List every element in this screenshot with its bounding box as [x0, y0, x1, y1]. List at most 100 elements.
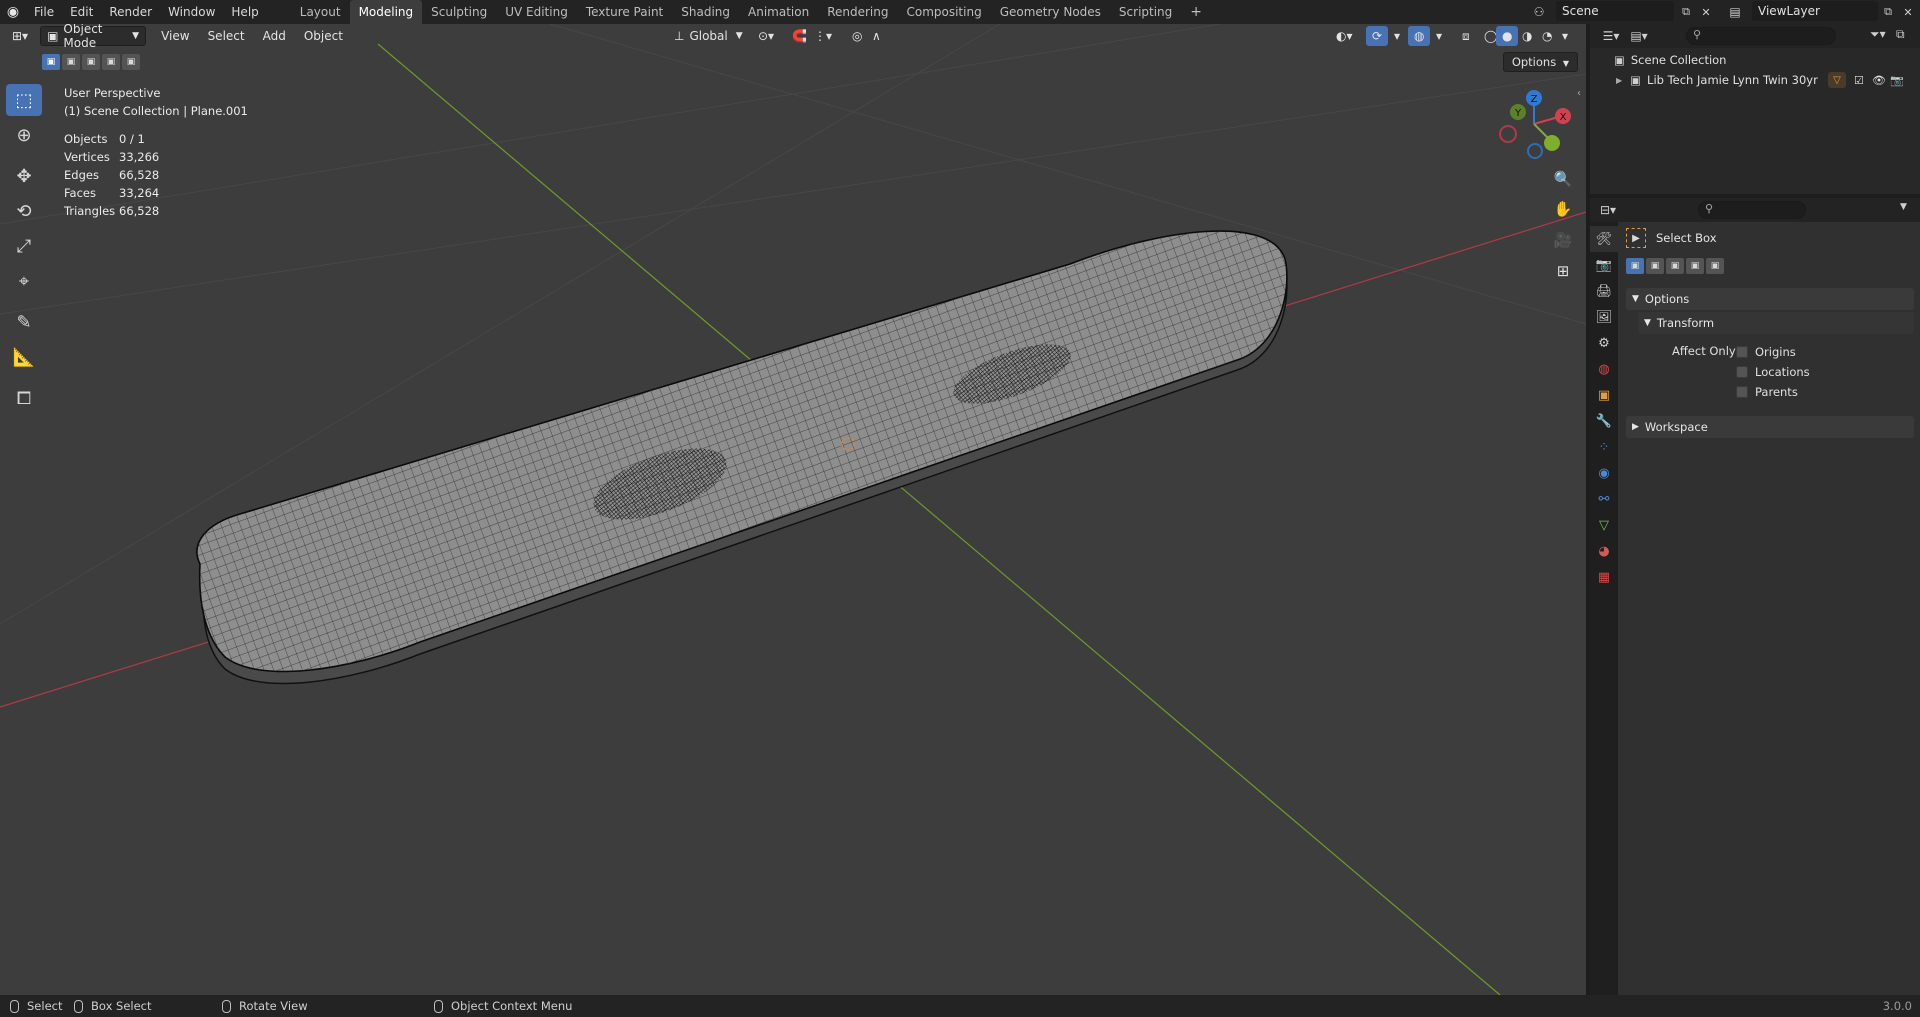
mode-selector[interactable]: ▣ Object Mode ▼	[40, 24, 147, 50]
camera-render-icon[interactable]: 📷	[1890, 74, 1904, 87]
camera-view-icon[interactable]: 🎥	[1550, 227, 1576, 253]
menu-view[interactable]: View	[152, 24, 198, 48]
tool-settings-tab-icon[interactable]: 🛠	[1590, 226, 1618, 252]
options-panel-header[interactable]: ▼ Options	[1626, 288, 1914, 310]
properties-search-input[interactable]: ⚲	[1698, 201, 1806, 219]
tab-geometry-nodes[interactable]: Geometry Nodes	[991, 0, 1110, 24]
eye-icon[interactable]: 👁	[1872, 74, 1886, 87]
measure-tool-icon[interactable]: 📐	[6, 341, 42, 373]
menu-select[interactable]: Select	[199, 24, 254, 48]
filter-icon[interactable]: ⏷▾	[1870, 27, 1886, 42]
render-tab-icon[interactable]: 📷	[1590, 252, 1618, 278]
select-invert-icon[interactable]: ▣	[102, 54, 120, 70]
blender-logo-icon[interactable]: ◉	[0, 0, 26, 24]
menu-object[interactable]: Object	[295, 24, 352, 48]
pivot-point-icon[interactable]: ⊙▾	[752, 26, 780, 46]
modifier-tab-icon[interactable]: 🔧	[1590, 408, 1618, 434]
material-tab-icon[interactable]: ◕	[1590, 538, 1618, 564]
locations-checkbox[interactable]: Locations	[1736, 365, 1810, 379]
outliner-scene-collection[interactable]: ▣ Scene Collection	[1614, 50, 1726, 70]
scale-tool-icon[interactable]: ⤢	[6, 230, 42, 262]
delete-view-layer-icon[interactable]: ✕	[1900, 3, 1916, 21]
world-tab-icon[interactable]: ◍	[1590, 356, 1618, 382]
perspective-toggle-icon[interactable]: ⊞	[1550, 258, 1576, 284]
menu-file[interactable]: File	[26, 0, 62, 24]
data-tab-icon[interactable]: ▽	[1590, 512, 1618, 538]
editor-type-icon[interactable]: ⊞▾	[6, 26, 34, 46]
navigation-gizmo[interactable]: Z X Y	[1499, 90, 1571, 159]
options-button[interactable]: Options ▼	[1502, 52, 1578, 72]
particles-tab-icon[interactable]: ⁘	[1590, 434, 1618, 460]
mode-intersect-icon[interactable]: ▣	[1706, 258, 1724, 274]
new-view-layer-icon[interactable]: ⧉	[1880, 3, 1896, 21]
gizmo-dropdown-icon[interactable]: ▾	[1388, 26, 1406, 46]
sidebar-toggle-icon[interactable]: ‹	[1577, 88, 1581, 99]
menu-render[interactable]: Render	[101, 0, 160, 24]
tab-texture-paint[interactable]: Texture Paint	[577, 0, 672, 24]
display-mode-icon[interactable]: ▤▾	[1626, 29, 1652, 43]
chevron-down-icon[interactable]: ▼	[1900, 202, 1907, 212]
new-scene-icon[interactable]: ⧉	[1678, 3, 1694, 21]
move-tool-icon[interactable]: ✥	[6, 160, 42, 192]
select-box-tool-icon[interactable]: ⬚	[6, 84, 42, 116]
tab-layout[interactable]: Layout	[291, 0, 350, 24]
select-subtract-icon[interactable]: ▣	[82, 54, 100, 70]
transform-tool-icon[interactable]: ⌖	[6, 265, 42, 297]
properties-editor-type-icon[interactable]: ⊟▾	[1590, 203, 1626, 217]
snap-target-icon[interactable]: ⋮▾	[808, 26, 838, 46]
tab-sculpting[interactable]: Sculpting	[422, 0, 496, 24]
snowboard-mesh[interactable]	[196, 230, 1288, 685]
3d-viewport[interactable]: Z X Y ⊞▾ ▣ Object Mode ▼ View Select Add…	[0, 24, 1586, 995]
select-new-icon[interactable]: ▣	[42, 54, 60, 70]
select-extend-icon[interactable]: ▣	[62, 54, 80, 70]
overlays-toggle-icon[interactable]: ◍	[1408, 26, 1431, 46]
add-cube-tool-icon[interactable]: ⧠	[6, 382, 42, 414]
mode-difference-icon[interactable]: ▣	[1686, 258, 1704, 274]
constraints-tab-icon[interactable]: ⚯	[1590, 486, 1618, 512]
mode-subtract-icon[interactable]: ▣	[1666, 258, 1684, 274]
falloff-icon[interactable]: ∧	[866, 26, 887, 46]
view-layer-tab-icon[interactable]: 🖼	[1590, 304, 1618, 330]
workspace-panel-header[interactable]: ▶ Workspace	[1626, 416, 1914, 438]
gizmo-toggle-icon[interactable]: ⟳	[1366, 26, 1389, 46]
mode-extend-icon[interactable]: ▣	[1646, 258, 1664, 274]
annotate-tool-icon[interactable]: ✎	[6, 306, 42, 338]
expand-arrow-icon[interactable]: ▶	[1616, 76, 1622, 85]
exclude-checkbox-icon[interactable]: ☑	[1854, 74, 1864, 87]
tab-animation[interactable]: Animation	[739, 0, 818, 24]
transform-subpanel-header[interactable]: ▼ Transform	[1638, 312, 1914, 334]
select-intersect-icon[interactable]: ▣	[122, 54, 140, 70]
xray-toggle-icon[interactable]: ⧈	[1456, 26, 1476, 46]
tab-rendering[interactable]: Rendering	[818, 0, 897, 24]
zoom-icon[interactable]: 🔍	[1550, 166, 1576, 192]
menu-window[interactable]: Window	[160, 0, 223, 24]
object-tab-icon[interactable]: ▣	[1590, 382, 1618, 408]
outliner-item[interactable]: ▶ ▣ Lib Tech Jamie Lynn Twin 30yr ▽ ☑ 👁 …	[1616, 70, 1916, 90]
overlays-dropdown-icon[interactable]: ▾	[1430, 26, 1448, 46]
shading-dropdown-icon[interactable]: ▾	[1556, 26, 1574, 46]
cursor-tool-icon[interactable]: ⊕	[6, 119, 42, 151]
tab-shading[interactable]: Shading	[672, 0, 739, 24]
menu-add[interactable]: Add	[254, 24, 295, 48]
outliner-editor-type-icon[interactable]: ☰▾	[1596, 29, 1626, 43]
rotate-tool-icon[interactable]: ⟲	[6, 195, 42, 227]
visibility-icon[interactable]: ◐▾	[1330, 26, 1359, 46]
outliner-search-input[interactable]: ⚲	[1686, 27, 1836, 45]
view-layer-field[interactable]: ViewLayer	[1752, 1, 1878, 21]
parents-checkbox[interactable]: Parents	[1736, 385, 1798, 399]
scene-tab-icon[interactable]: ⚙	[1590, 330, 1618, 356]
pan-hand-icon[interactable]: ✋	[1550, 196, 1576, 222]
menu-edit[interactable]: Edit	[62, 0, 101, 24]
output-tab-icon[interactable]: 🖨	[1590, 278, 1618, 304]
scene-field[interactable]: Scene	[1556, 1, 1674, 21]
new-collection-icon[interactable]: ⧉	[1896, 27, 1905, 42]
mode-set-icon[interactable]: ▣	[1626, 258, 1644, 274]
physics-tab-icon[interactable]: ◉	[1590, 460, 1618, 486]
menu-help[interactable]: Help	[223, 0, 266, 24]
scene-selector-icon[interactable]: ⚇	[1528, 3, 1550, 21]
tab-scripting[interactable]: Scripting	[1110, 0, 1181, 24]
delete-scene-icon[interactable]: ✕	[1698, 3, 1714, 21]
tab-modeling[interactable]: Modeling	[349, 0, 423, 24]
tab-compositing[interactable]: Compositing	[897, 0, 990, 24]
tab-uv-editing[interactable]: UV Editing	[496, 0, 577, 24]
